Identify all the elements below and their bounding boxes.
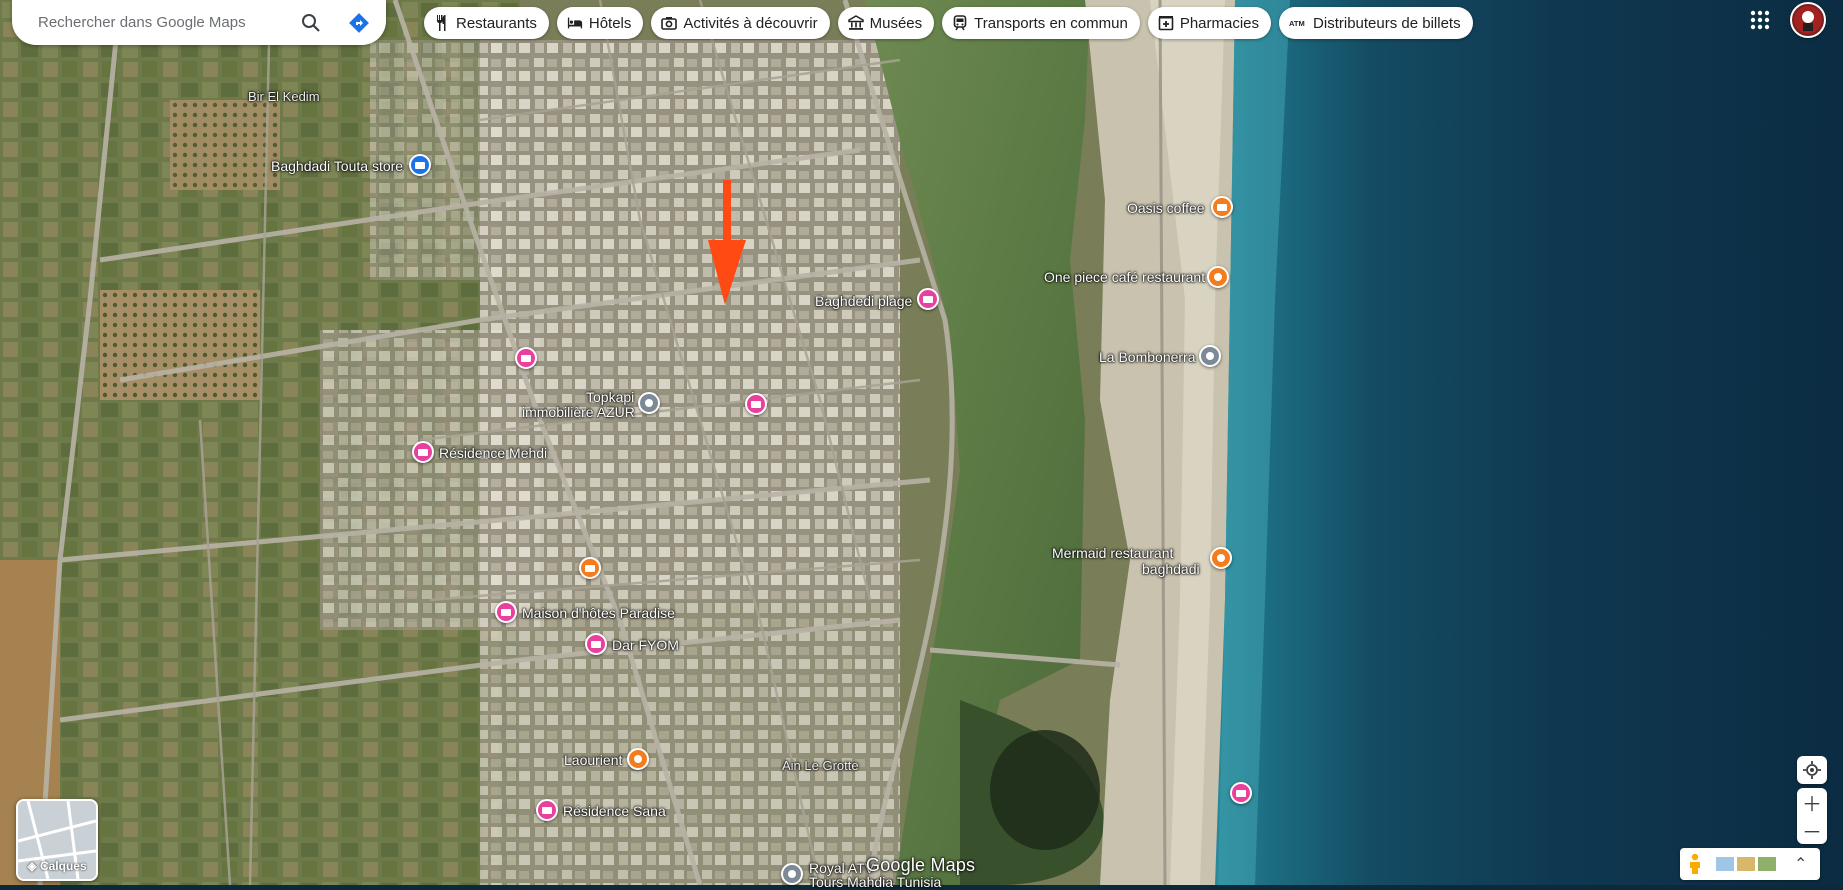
- hotel-pin-icon[interactable]: [515, 347, 537, 369]
- layers-label-wrap: ◈ Calques: [18, 859, 96, 873]
- poi-pin-icon[interactable]: [638, 392, 660, 414]
- chip-label: Pharmacies: [1179, 14, 1260, 32]
- cafe-pin-icon[interactable]: [1211, 196, 1233, 218]
- thumbnail-icon: [1737, 857, 1755, 871]
- thumbnail-icon: [1758, 857, 1776, 871]
- place-label: Tours Mahdia Tunisia: [809, 874, 942, 890]
- train-icon: [952, 15, 968, 31]
- satellite-map[interactable]: [0, 0, 1843, 885]
- bottom-controls: ⌃: [1680, 848, 1820, 880]
- thumbnail-icon: [1716, 857, 1734, 871]
- avatar[interactable]: [1790, 2, 1826, 38]
- place-label[interactable]: Mermaid restaurant: [1052, 545, 1173, 561]
- fork-knife-icon: [434, 15, 450, 31]
- place-label[interactable]: Résidence Mehdi: [439, 445, 547, 461]
- chip-label: Distributeurs de billets: [1313, 14, 1461, 32]
- atm-icon: ATM: [1289, 15, 1307, 31]
- layers-label: Calques: [39, 859, 87, 873]
- pharmacy-icon: [1158, 15, 1174, 31]
- hotel-pin-icon[interactable]: [495, 601, 517, 623]
- category-chips: Restaurants Hôtels Activités à découvrir…: [424, 7, 1473, 39]
- place-label[interactable]: Résidence Sana: [563, 803, 666, 819]
- chip-label: Hôtels: [588, 14, 632, 32]
- hotel-pin-icon[interactable]: [1230, 782, 1252, 804]
- chip-pharmacies[interactable]: Pharmacies: [1147, 7, 1272, 39]
- svg-text:ATM: ATM: [1289, 19, 1305, 28]
- my-location-button[interactable]: [1797, 756, 1827, 784]
- my-location-icon: [1803, 761, 1821, 779]
- hotel-pin-icon[interactable]: [536, 799, 558, 821]
- place-label[interactable]: La Bombonerra: [1099, 349, 1196, 365]
- place-label: Bir El Kedim: [248, 89, 320, 104]
- imagery-thumbnails[interactable]: [1716, 857, 1776, 871]
- shop-pin-icon[interactable]: [409, 154, 431, 176]
- hotel-pin-icon[interactable]: [917, 288, 939, 310]
- place-label[interactable]: Baghdadi Touta store: [271, 158, 403, 174]
- chip-restaurants[interactable]: Restaurants: [424, 7, 549, 39]
- place-label[interactable]: Oasis coffee: [1127, 200, 1205, 216]
- chip-label: Restaurants: [456, 14, 537, 32]
- chip-label: Musées: [869, 14, 923, 32]
- zoom-in-button[interactable]: ＋: [1797, 788, 1827, 816]
- layers-icon: ◈: [27, 859, 40, 873]
- expand-up-icon[interactable]: ⌃: [1794, 854, 1807, 874]
- search-box: [12, 0, 386, 45]
- hotel-pin-icon[interactable]: [412, 441, 434, 463]
- place-label[interactable]: One piece café restaurant: [1044, 269, 1205, 285]
- chip-museums[interactable]: Musées: [837, 7, 935, 39]
- chip-atm[interactable]: ATM Distributeurs de billets: [1279, 7, 1473, 39]
- restaurant-pin-icon[interactable]: [627, 748, 649, 770]
- hotel-pin-icon[interactable]: [745, 393, 767, 415]
- poi-pin-icon[interactable]: [781, 863, 803, 885]
- camera-icon: [661, 15, 678, 31]
- place-label: baghdadi: [1142, 561, 1200, 577]
- bed-icon: [567, 15, 583, 31]
- layers-button[interactable]: ◈ Calques: [16, 799, 98, 881]
- pegman-icon[interactable]: [1688, 853, 1702, 875]
- poi-pin-icon[interactable]: [1199, 345, 1221, 367]
- place-label[interactable]: Topkapi: [586, 389, 634, 405]
- museum-icon: [847, 15, 864, 31]
- chip-label: Activités à découvrir: [683, 14, 818, 32]
- place-label[interactable]: Dar FYOM: [612, 637, 679, 653]
- place-label: immobilière AZUR: [522, 404, 635, 420]
- place-label: Ain Le Grotte: [782, 758, 859, 773]
- chip-label: Transports en commun: [974, 14, 1128, 32]
- place-label[interactable]: Maison d'hôtes Paradise: [522, 605, 675, 621]
- search-input[interactable]: [36, 13, 290, 32]
- google-maps-watermark: Google Maps: [866, 855, 976, 875]
- place-label[interactable]: Baghdedi plage: [815, 293, 912, 309]
- search-icon[interactable]: [298, 10, 324, 36]
- cafe-pin-icon[interactable]: [579, 557, 601, 579]
- zoom-controls: ＋ －: [1797, 788, 1827, 844]
- hotel-pin-icon[interactable]: [585, 633, 607, 655]
- place-label[interactable]: Laourient: [564, 752, 622, 768]
- chip-hotels[interactable]: Hôtels: [556, 7, 644, 39]
- directions-icon[interactable]: [346, 10, 372, 36]
- chip-transit[interactable]: Transports en commun: [942, 7, 1140, 39]
- restaurant-pin-icon[interactable]: [1210, 547, 1232, 569]
- restaurant-pin-icon[interactable]: [1207, 266, 1229, 288]
- apps-grid-icon[interactable]: [1748, 8, 1772, 32]
- chip-activities[interactable]: Activités à découvrir: [651, 7, 830, 39]
- zoom-out-button[interactable]: －: [1797, 816, 1827, 844]
